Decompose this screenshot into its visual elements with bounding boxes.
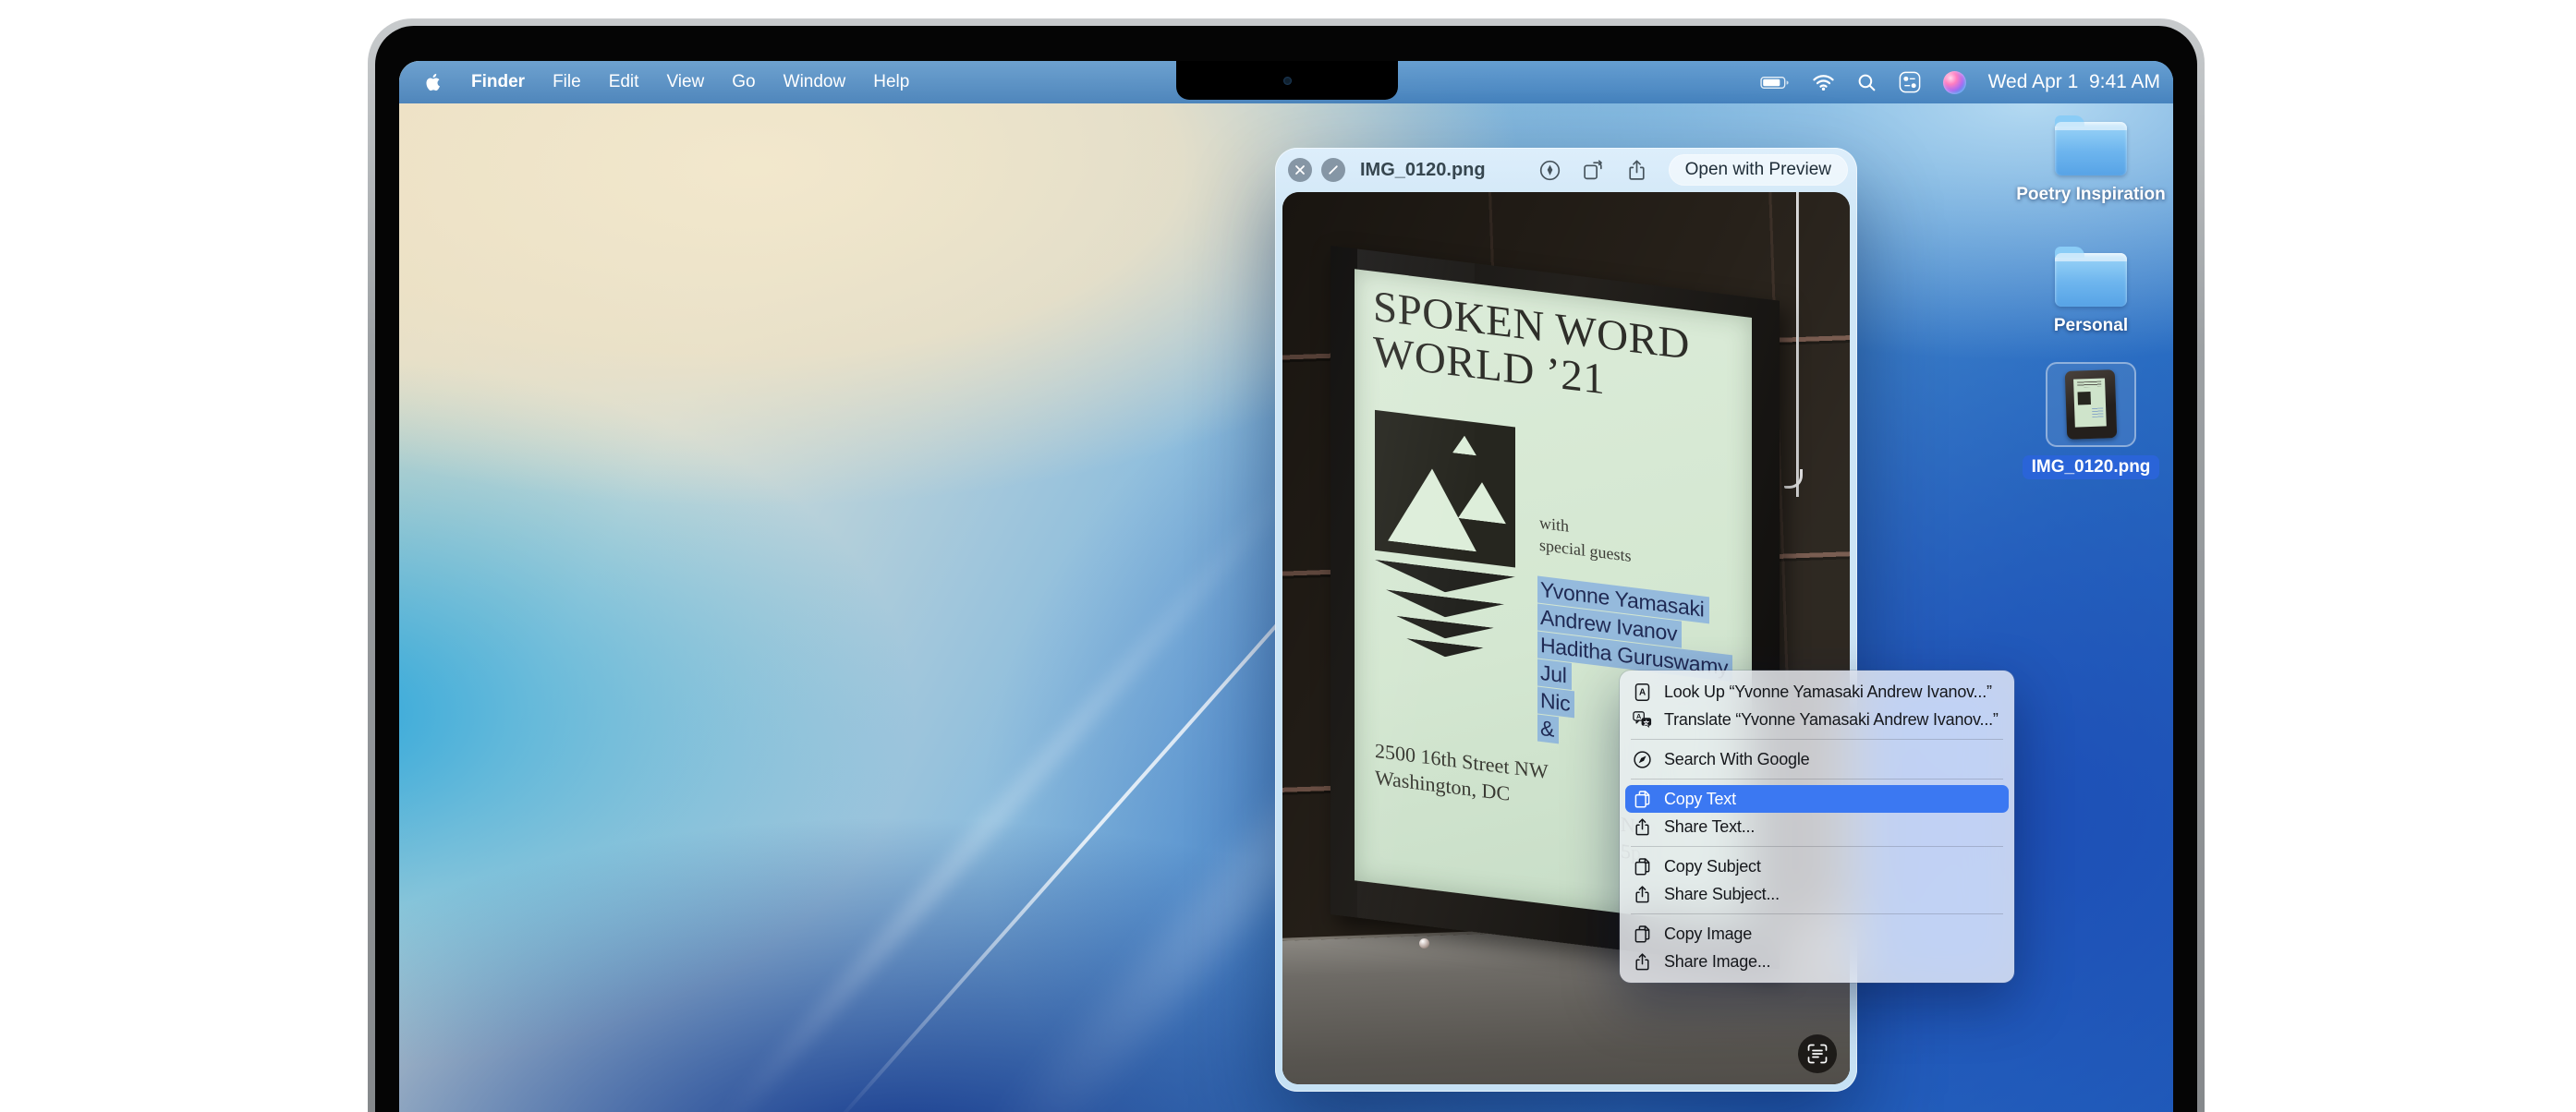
control-center-icon[interactable] bbox=[1899, 71, 1921, 93]
wallpaper-streak bbox=[704, 454, 1319, 1112]
poster-with-text: with special guests bbox=[1539, 512, 1631, 568]
live-text-icon[interactable] bbox=[1798, 1034, 1837, 1073]
poster-address: 2500 16th Street NW Washington, DC bbox=[1375, 738, 1549, 812]
poster-title: SPOKEN WORD WORLD ’21 bbox=[1373, 284, 1690, 415]
selected-guest-name[interactable]: Jul bbox=[1537, 659, 1572, 690]
menu-go[interactable]: Go bbox=[732, 72, 755, 92]
menu-item-share-subject[interactable]: Share Subject... bbox=[1625, 880, 2009, 908]
macbook-frame: Finder File Edit View Go Window Help Wed Apr 1… bbox=[368, 18, 2205, 1112]
quicklook-titlebar: IMG_0120.png Open with Preview bbox=[1275, 148, 1857, 192]
menu-item-label: Share Image... bbox=[1664, 952, 1770, 972]
share-icon[interactable] bbox=[1625, 159, 1648, 182]
translate-icon: A bbox=[1633, 710, 1652, 730]
menu-item-copy-subject[interactable]: Copy Subject bbox=[1625, 852, 2009, 880]
wifi-icon[interactable] bbox=[1812, 74, 1835, 91]
menu-item-share-text[interactable]: Share Text... bbox=[1625, 813, 2009, 840]
badge-icon[interactable] bbox=[1321, 158, 1345, 182]
menu-divider bbox=[1631, 779, 2003, 780]
menu-bar-clock[interactable]: Wed Apr 1 9:41 AM bbox=[1988, 71, 2160, 93]
menu-item-search-with-google[interactable]: Search With Google bbox=[1625, 745, 2009, 773]
svg-text:A: A bbox=[1636, 711, 1642, 719]
photo-cable bbox=[1796, 192, 1799, 497]
desktop-icon-label: Personal bbox=[2054, 316, 2128, 336]
rotate-icon[interactable] bbox=[1582, 159, 1605, 182]
menu-divider bbox=[1631, 846, 2003, 847]
selection-box bbox=[2046, 362, 2136, 447]
menu-item-copy-text[interactable]: Copy Text bbox=[1625, 785, 2009, 813]
menu-divider bbox=[1631, 739, 2003, 740]
camera-notch bbox=[1176, 61, 1398, 100]
quicklook-toolbar: Open with Preview bbox=[1538, 154, 1848, 186]
desktop-icon-label: Poetry Inspiration bbox=[2016, 185, 2166, 205]
triangle-graphic bbox=[1452, 434, 1476, 455]
close-icon[interactable] bbox=[1288, 158, 1312, 182]
menu-file[interactable]: File bbox=[553, 72, 581, 92]
menu-view[interactable]: View bbox=[666, 72, 704, 92]
screen: Finder File Edit View Go Window Help Wed Apr 1… bbox=[399, 61, 2173, 1112]
folder-icon bbox=[2055, 122, 2127, 175]
menu-divider bbox=[1631, 913, 2003, 914]
desktop-icon-label-selected: IMG_0120.png bbox=[2023, 455, 2160, 479]
triangle-graphic bbox=[1458, 479, 1506, 524]
menu-bar-status: Wed Apr 1 9:41 AM bbox=[1760, 71, 2173, 94]
poster-mountain-graphic bbox=[1375, 410, 1515, 568]
menu-item-label: Translate “Yvonne Yamasaki Andrew Ivanov… bbox=[1664, 710, 1999, 730]
menu-edit[interactable]: Edit bbox=[609, 72, 639, 92]
svg-text:A: A bbox=[1639, 687, 1646, 697]
camera-dot bbox=[1283, 77, 1292, 85]
copy-icon bbox=[1633, 925, 1652, 944]
menu-window[interactable]: Window bbox=[784, 72, 846, 92]
thumbnail-poster bbox=[2073, 378, 2107, 427]
desktop-icon-img-0120[interactable]: IMG_0120.png bbox=[2040, 362, 2142, 479]
window-title: IMG_0120.png bbox=[1360, 160, 1486, 181]
selected-guest-name[interactable]: & bbox=[1537, 715, 1559, 744]
menu-item-label: Search With Google bbox=[1664, 750, 1809, 769]
desktop-icon-poetry-inspiration[interactable]: Poetry Inspiration bbox=[2040, 115, 2142, 205]
menu-item-label: Copy Image bbox=[1664, 925, 1752, 944]
image-file-thumbnail bbox=[2065, 369, 2118, 440]
menu-finder[interactable]: Finder bbox=[471, 72, 525, 92]
markup-icon[interactable] bbox=[1538, 159, 1561, 182]
menu-item-share-image[interactable]: Share Image... bbox=[1625, 948, 2009, 975]
search-icon[interactable] bbox=[1857, 73, 1877, 92]
selected-guest-name[interactable]: Nic bbox=[1537, 687, 1574, 719]
context-menu: A Look Up “Yvonne Yamasaki Andrew Ivanov.… bbox=[1620, 671, 2014, 983]
menu-item-look-up-yvonne-yamasaki-andrew[interactable]: A Look Up “Yvonne Yamasaki Andrew Ivanov.… bbox=[1625, 678, 2009, 706]
menu-item-label: Look Up “Yvonne Yamasaki Andrew Ivanov..… bbox=[1664, 683, 1992, 702]
poster-frame-button bbox=[1419, 938, 1429, 949]
share-icon bbox=[1633, 952, 1652, 972]
copy-icon bbox=[1633, 790, 1652, 809]
copy-icon bbox=[1633, 857, 1652, 876]
desktop-icon-personal[interactable]: Personal bbox=[2040, 246, 2142, 336]
open-with-preview-button[interactable]: Open with Preview bbox=[1669, 154, 1848, 186]
apple-menu-icon[interactable] bbox=[423, 72, 444, 92]
share-icon bbox=[1633, 817, 1652, 837]
share-icon bbox=[1633, 885, 1652, 904]
folder-icon bbox=[2055, 253, 2127, 307]
menu-help[interactable]: Help bbox=[873, 72, 909, 92]
scene: Finder File Edit View Go Window Help Wed Apr 1… bbox=[0, 0, 2576, 1112]
menu-item-label: Copy Subject bbox=[1664, 857, 1761, 876]
poster-triangle-stack bbox=[1375, 560, 1515, 666]
battery-icon[interactable] bbox=[1760, 76, 1790, 90]
compass-icon bbox=[1633, 750, 1652, 769]
menu-item-label: Copy Text bbox=[1664, 790, 1736, 809]
menu-item-label: Share Subject... bbox=[1664, 885, 1780, 904]
display-bezel: Finder File Edit View Go Window Help Wed Apr 1… bbox=[375, 26, 2197, 1112]
siri-icon[interactable] bbox=[1943, 71, 1966, 94]
menu-bar-items: Finder File Edit View Go Window Help bbox=[471, 72, 909, 92]
menu-item-label: Share Text... bbox=[1664, 817, 1755, 837]
menu-item-copy-image[interactable]: Copy Image bbox=[1625, 920, 2009, 948]
menu-item-translate-yvonne-yamasaki-andr[interactable]: A Translate “Yvonne Yamasaki Andrew Ivano… bbox=[1625, 706, 2009, 733]
look-up-icon: A bbox=[1633, 683, 1652, 702]
triangle-graphic bbox=[1388, 464, 1476, 552]
